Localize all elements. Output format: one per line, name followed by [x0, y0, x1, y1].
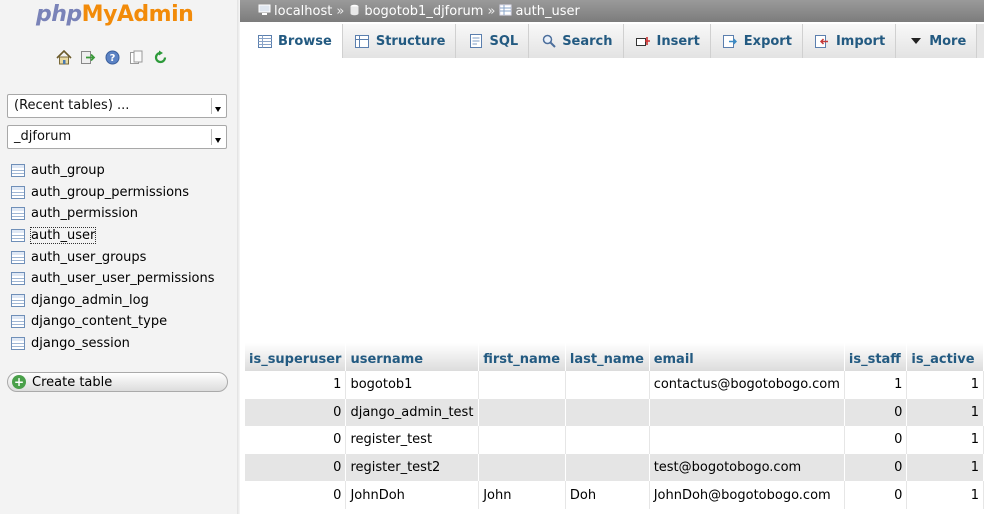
table-icon — [11, 293, 25, 307]
table-item-auth-user-user-permissions[interactable]: auth_user_user_permissions — [11, 268, 215, 290]
export-icon — [723, 34, 738, 48]
table-item-django-admin-log[interactable]: django_admin_log — [11, 290, 215, 312]
results-table: is_superuser username first_name last_na… — [245, 343, 984, 509]
table-row[interactable]: 0 register_test 0 1 — [245, 426, 984, 454]
table-item-django-session[interactable]: django_session — [11, 333, 215, 355]
tab-sql[interactable]: SQL — [456, 24, 530, 58]
tab-export[interactable]: Export — [710, 24, 803, 58]
tab-search[interactable]: Search — [529, 24, 624, 58]
sql-icon — [468, 34, 483, 48]
chevron-down-icon — [211, 98, 223, 114]
insert-icon — [635, 34, 651, 48]
breadcrumb-server[interactable]: localhost — [258, 4, 332, 19]
table-icon — [11, 164, 25, 178]
table-row[interactable]: 0 register_test2 test@bogotobogo.com 0 1 — [245, 453, 984, 482]
table-item-django-content-type[interactable]: django_content_type — [11, 311, 215, 333]
column-header-first-name[interactable]: first_name — [478, 343, 566, 371]
plus-icon: + — [12, 375, 26, 389]
database-icon — [350, 4, 359, 15]
table-icon — [11, 250, 25, 264]
tab-structure[interactable]: Structure — [342, 24, 457, 58]
column-header-username[interactable]: username — [345, 343, 480, 371]
browse-icon — [257, 34, 272, 48]
tab-insert[interactable]: Insert — [623, 24, 711, 58]
structure-icon — [355, 34, 370, 48]
home-icon[interactable] — [55, 49, 73, 65]
table-row[interactable]: 0 django_admin_test 0 1 — [245, 398, 984, 427]
nav-resize-handle[interactable] — [237, 0, 240, 514]
table-item-auth-permission[interactable]: auth_permission — [11, 203, 215, 225]
server-icon — [258, 4, 271, 15]
table-list: auth_group auth_group_permissions auth_p… — [11, 160, 215, 354]
docs-icon[interactable] — [127, 49, 145, 65]
breadcrumb: localhost » bogotob1_djforum » auth_user — [240, 0, 984, 22]
breadcrumb-table[interactable]: auth_user — [499, 4, 580, 19]
table-row[interactable]: 0 JohnDoh John Doh JohnDoh@bogotobogo.co… — [245, 481, 984, 509]
table-item-auth-group[interactable]: auth_group — [11, 160, 215, 182]
reload-icon[interactable] — [151, 49, 169, 65]
import-icon — [815, 34, 830, 48]
table-row[interactable]: 1 bogotob1 contactus@bogotobogo.com 1 1 — [245, 371, 984, 399]
create-table-button[interactable]: + Create table — [7, 372, 228, 392]
table-header-row: is_superuser username first_name last_na… — [245, 343, 984, 371]
table-item-auth-user-groups[interactable]: auth_user_groups — [11, 246, 215, 268]
table-icon — [11, 207, 25, 221]
tab-browse[interactable]: Browse — [245, 24, 343, 58]
quick-links: ? — [55, 49, 169, 65]
column-header-is-superuser[interactable]: is_superuser — [245, 343, 347, 371]
chevron-down-icon — [211, 129, 223, 145]
table-icon — [11, 229, 25, 243]
column-header-email[interactable]: email — [649, 343, 845, 371]
table-icon — [11, 272, 25, 286]
tab-more[interactable]: More — [896, 24, 978, 58]
tab-bar: Browse Structure SQL Search Insert Expor… — [245, 24, 984, 58]
phpmyadmin-logo[interactable]: phpMyAdmin — [36, 2, 194, 27]
chevron-down-icon — [908, 34, 923, 48]
breadcrumb-database[interactable]: bogotob1_djforum — [348, 4, 483, 19]
svg-text:?: ? — [109, 53, 115, 64]
table-icon — [11, 185, 25, 199]
table-icon — [11, 315, 25, 329]
recent-tables-select[interactable]: (Recent tables) ... — [7, 94, 227, 118]
table-item-auth-user[interactable]: auth_user — [11, 225, 215, 247]
column-header-is-active[interactable]: is_active — [906, 343, 984, 371]
help-icon[interactable]: ? — [103, 49, 121, 65]
database-select[interactable]: _djforum — [7, 125, 227, 149]
table-item-auth-group-permissions[interactable]: auth_group_permissions — [11, 182, 215, 204]
tab-import[interactable]: Import — [802, 24, 897, 58]
navigation-panel: phpMyAdmin ? (Recent tables) ... _djforu… — [0, 0, 240, 514]
table-icon — [499, 4, 512, 15]
logout-icon[interactable] — [79, 49, 97, 65]
column-header-last-name[interactable]: last_name — [565, 343, 650, 371]
column-header-is-staff[interactable]: is_staff — [844, 343, 908, 371]
table-icon — [11, 337, 25, 351]
search-icon — [541, 34, 556, 48]
